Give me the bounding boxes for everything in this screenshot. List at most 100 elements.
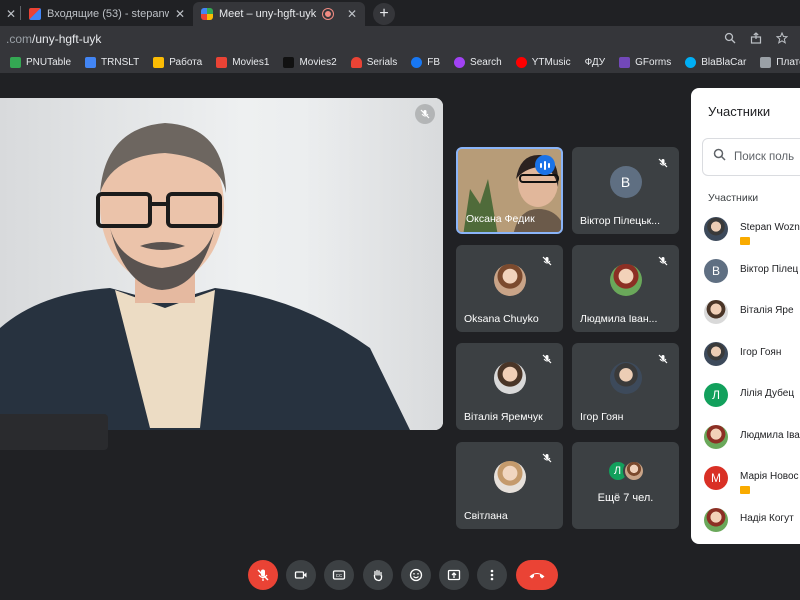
participant-row[interactable]: Людмила Іва xyxy=(704,420,800,462)
more-avatars: Л xyxy=(606,459,645,482)
captions-button[interactable]: CC xyxy=(324,560,354,590)
bookmark-item[interactable]: FB xyxy=(411,57,440,68)
more-vert-icon xyxy=(490,569,494,581)
bookmark-item[interactable]: YTMusic xyxy=(515,57,571,68)
search-input[interactable] xyxy=(734,151,800,163)
url-domain: .com xyxy=(6,32,33,46)
participant-row[interactable]: Надія Когут xyxy=(704,503,800,545)
bookmark-item[interactable]: Search xyxy=(454,57,502,68)
avatar xyxy=(704,424,728,449)
bookmark-icon xyxy=(10,57,21,68)
share-icon[interactable] xyxy=(750,31,762,47)
mic-off-icon xyxy=(653,349,673,369)
reactions-button[interactable] xyxy=(401,560,431,590)
url-text[interactable]: .com/uny-hgft-uyk xyxy=(6,32,101,46)
tile-svitlana[interactable]: Світлана xyxy=(456,442,563,529)
present-screen-button[interactable] xyxy=(439,560,469,590)
participant-name: Stepan Wozn xyxy=(740,222,800,233)
bookmark-icon xyxy=(216,57,228,68)
mic-off-icon xyxy=(415,104,435,124)
tile-oksana-chuyko[interactable]: Oksana Chuyko xyxy=(456,245,563,332)
bookmark-item[interactable]: Работа xyxy=(153,57,202,68)
participant-row[interactable]: В Віктор Пілец xyxy=(704,254,800,296)
avatar xyxy=(493,361,526,394)
svg-text:CC: CC xyxy=(336,573,343,578)
address-bar-actions xyxy=(724,31,794,47)
tile-name: Віктор Пілецьк... xyxy=(580,215,661,227)
participant-list: Stepan Wozn В Віктор Пілец Віталія Яре І… xyxy=(704,212,800,544)
avatar xyxy=(622,459,645,482)
bookmark-item[interactable]: Movies1 xyxy=(216,57,269,68)
participant-name: Віталія Яре xyxy=(740,305,794,316)
tile-viktor-pilets[interactable]: В Віктор Пілецьк... xyxy=(572,147,679,234)
lens-icon[interactable] xyxy=(724,32,736,47)
tile-name: Ігор Гоян xyxy=(580,411,624,423)
tile-name: Світлана xyxy=(464,510,508,522)
presentation-badge-icon xyxy=(740,486,750,494)
browser-tab-0[interactable]: ✕ xyxy=(0,2,20,26)
mic-off-icon xyxy=(537,251,557,271)
bookmark-item[interactable]: PNUTable xyxy=(10,57,71,68)
participant-row[interactable]: М Марія Новос xyxy=(704,461,800,503)
present-icon xyxy=(447,569,461,581)
participant-search[interactable] xyxy=(702,138,800,176)
tile-vitaliya-yaremchuk[interactable]: Віталія Яремчук xyxy=(456,343,563,430)
bookmark-item[interactable]: ПлатонаНет xyxy=(760,57,800,68)
meet-icon xyxy=(201,8,213,20)
main-video[interactable] xyxy=(0,98,443,430)
presentation-badge-icon xyxy=(740,237,750,245)
avatar xyxy=(493,263,526,296)
avatar xyxy=(704,217,728,241)
bookmark-item[interactable]: GForms xyxy=(619,57,671,68)
speaking-indicator-icon xyxy=(535,155,555,175)
avatar xyxy=(704,300,728,324)
bookmark-icon xyxy=(619,57,631,68)
bookmark-item[interactable]: TRNSLT xyxy=(85,57,139,68)
leave-call-button[interactable] xyxy=(516,560,558,590)
address-bar[interactable]: .com/uny-hgft-uyk xyxy=(0,26,800,52)
participant-name: Ігор Гоян xyxy=(740,346,782,358)
mic-off-icon xyxy=(653,251,673,271)
participant-row[interactable]: Stepan Wozn xyxy=(704,212,800,254)
new-tab-button[interactable]: + xyxy=(373,3,395,25)
tile-name: Віталія Яремчук xyxy=(464,411,543,423)
tile-name: Людмила Іван... xyxy=(580,313,658,325)
control-bar: CC xyxy=(0,560,800,592)
avatar: М xyxy=(704,466,728,490)
close-tab-icon[interactable]: ✕ xyxy=(175,7,185,21)
camera-toggle-button[interactable] xyxy=(286,560,316,590)
bookmark-item[interactable]: BlaBlaCar xyxy=(685,57,746,68)
bookmark-item[interactable]: ФДУ xyxy=(585,57,606,68)
bookmarks-bar: PNUTable TRNSLT Работа Movies1 Movies2 S… xyxy=(0,52,800,74)
mic-toggle-button[interactable] xyxy=(248,560,278,590)
tile-more-participants[interactable]: Л Ещё 7 чел. xyxy=(572,442,679,529)
bookmark-star-icon[interactable] xyxy=(775,31,789,47)
more-participants-label: Ещё 7 чел. xyxy=(597,492,654,504)
tile-lyudmyla-ivan[interactable]: Людмила Іван... xyxy=(572,245,679,332)
tile-igor-goyan[interactable]: Ігор Гоян xyxy=(572,343,679,430)
bookmark-icon xyxy=(85,57,97,68)
mic-off-icon xyxy=(653,153,673,173)
participant-row[interactable]: Віталія Яре xyxy=(704,295,800,337)
section-label: Участники xyxy=(708,192,759,204)
browser-tab-meet[interactable]: Meet – uny-hgft-uyk ✕ xyxy=(193,2,365,26)
bookmark-item[interactable]: Serials xyxy=(350,57,397,68)
browser-tab-gmail[interactable]: Входящие (53) - stepanwozniak ✕ xyxy=(21,2,193,26)
participant-row[interactable]: Ігор Гоян xyxy=(704,337,800,379)
participant-row[interactable]: Л Лілія Дубец xyxy=(704,378,800,420)
search-bookmark-icon xyxy=(454,57,466,68)
raise-hand-button[interactable] xyxy=(363,560,393,590)
close-tab-icon[interactable]: ✕ xyxy=(347,7,357,21)
more-options-button[interactable] xyxy=(477,560,507,590)
participant-name: Людмила Іва xyxy=(740,429,800,441)
avatar: В xyxy=(704,258,728,283)
avatar xyxy=(704,507,728,532)
gmail-icon xyxy=(29,8,41,20)
avatar: Л xyxy=(704,383,728,407)
tile-name: Оксана Федик xyxy=(466,213,535,225)
bookmark-item[interactable]: Movies2 xyxy=(283,57,337,68)
tab-title: Входящие (53) - stepanwozniak xyxy=(47,8,169,20)
close-tab-icon[interactable]: ✕ xyxy=(6,7,16,21)
tile-oksana-fedyk[interactable]: Оксана Федик xyxy=(456,147,563,234)
avatar xyxy=(704,341,728,366)
